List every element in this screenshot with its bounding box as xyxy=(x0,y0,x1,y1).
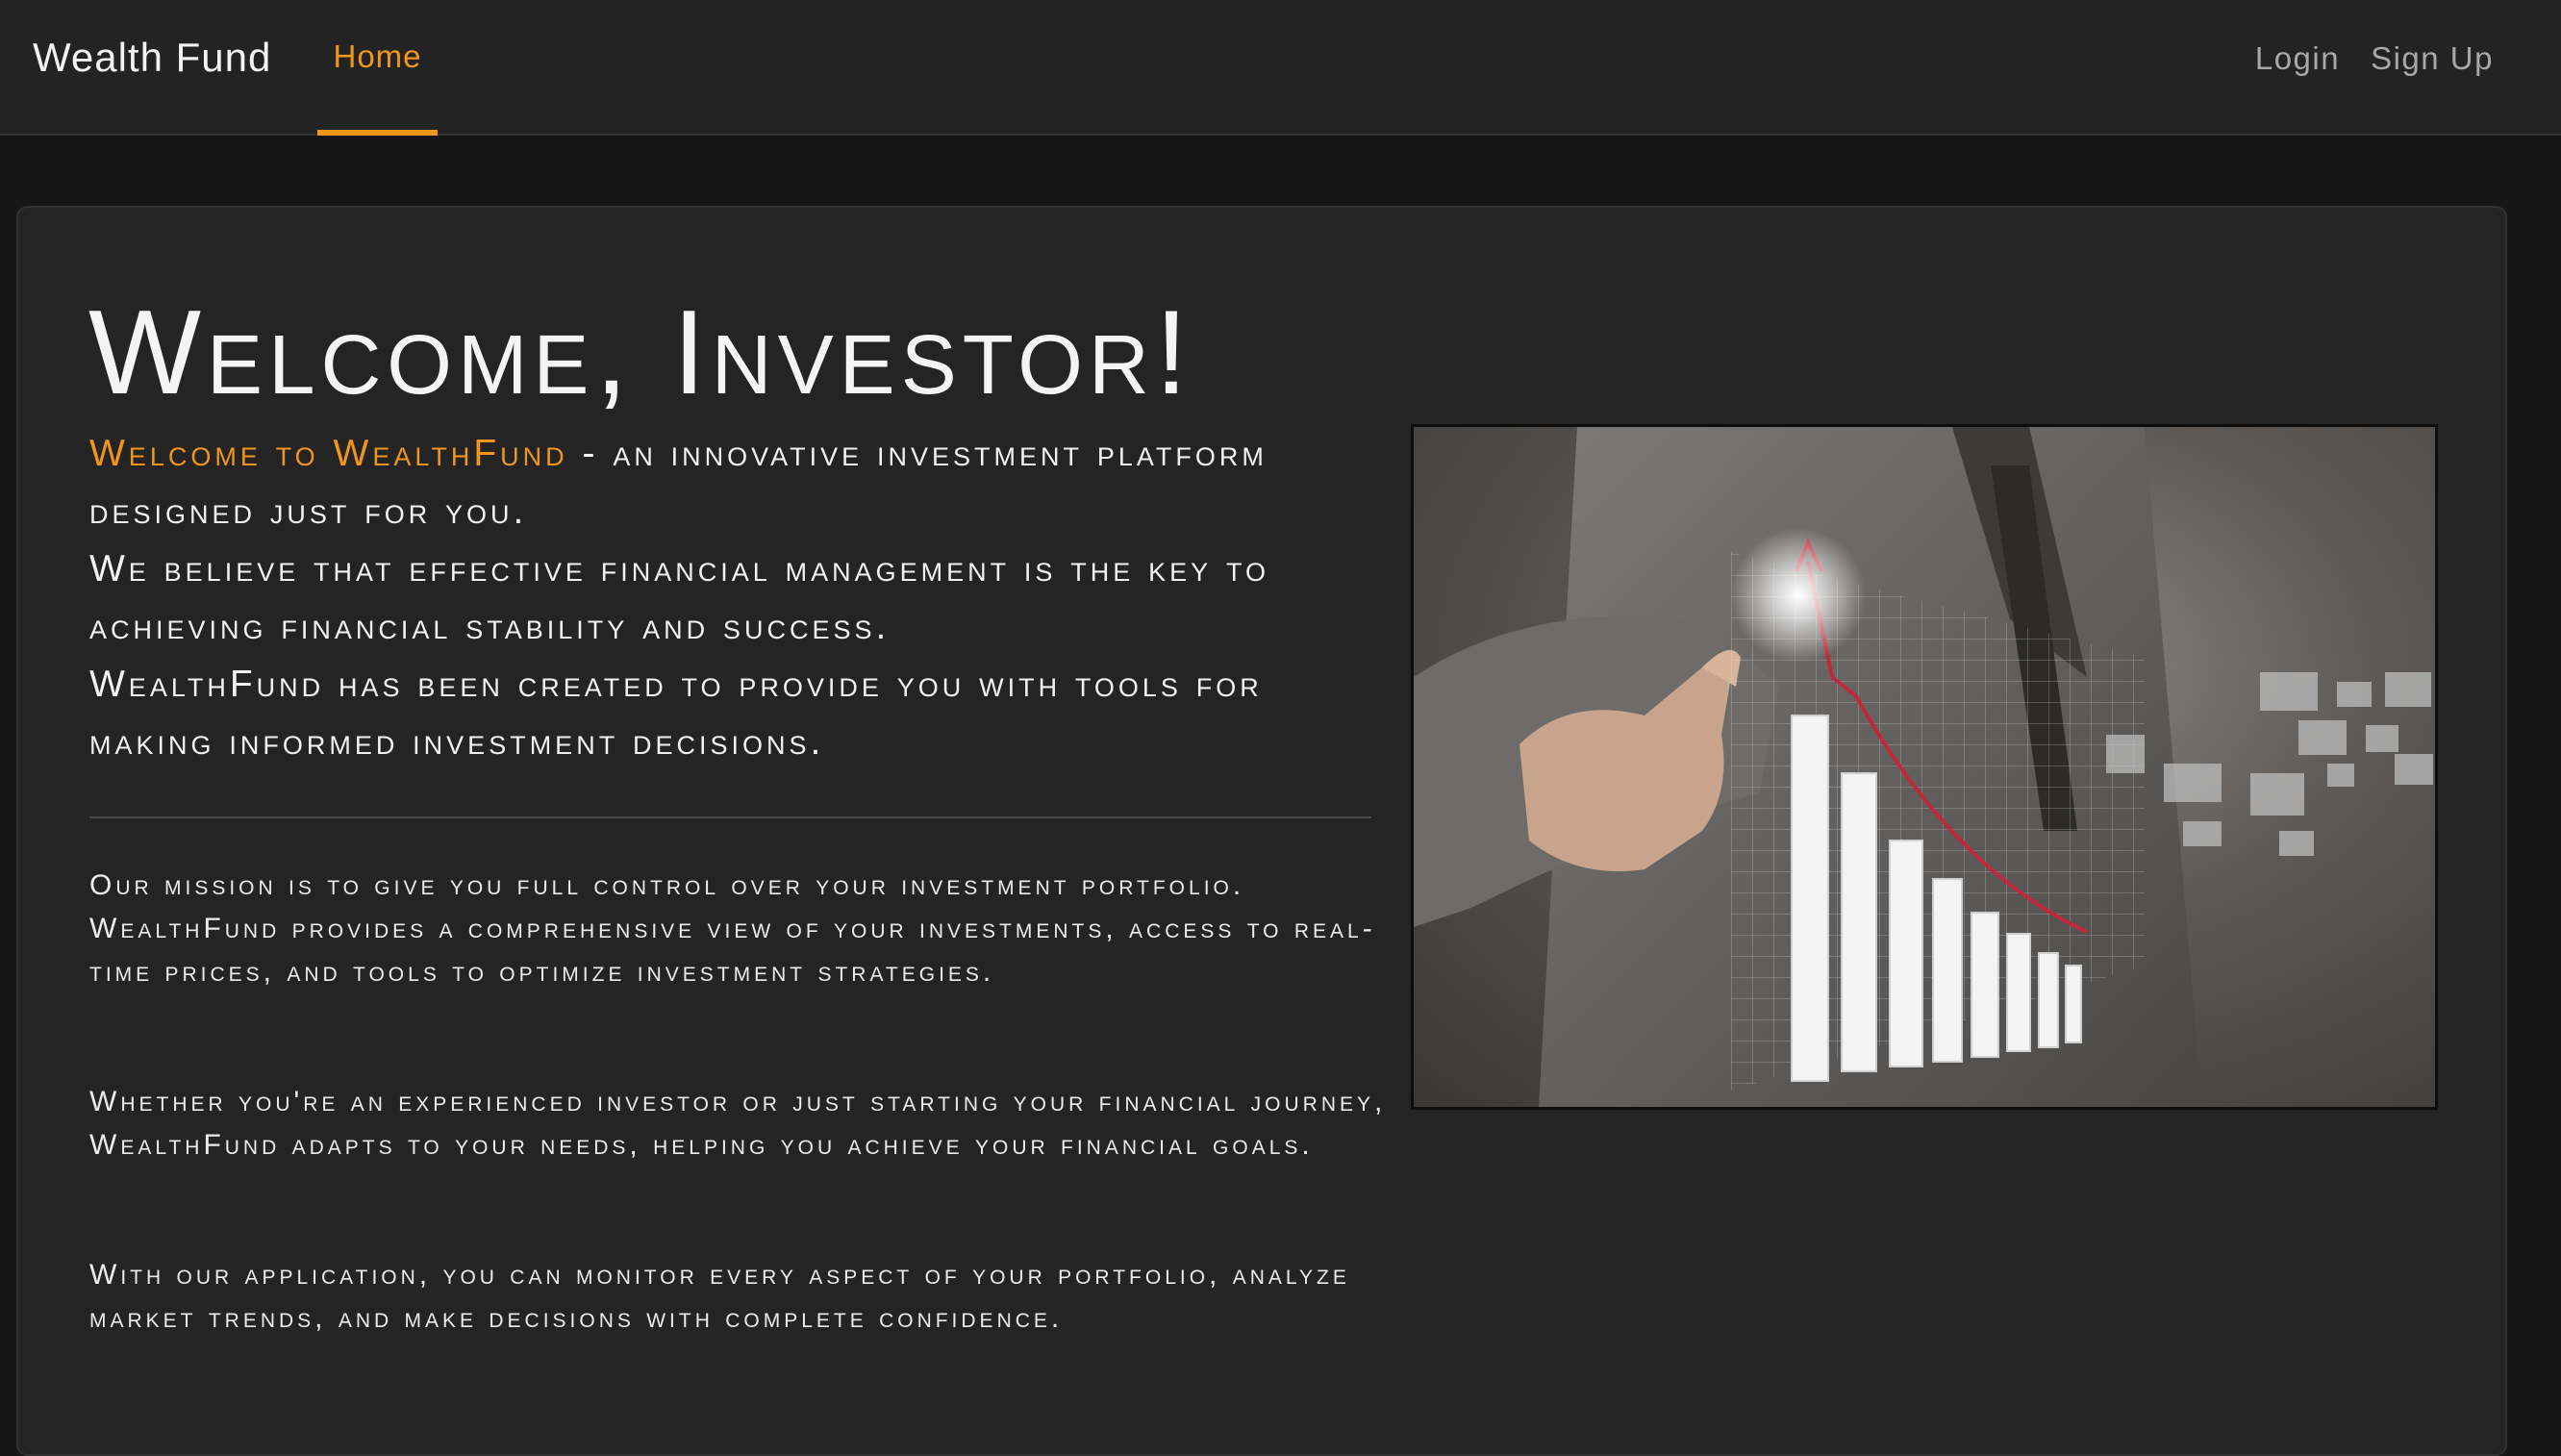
active-tab-indicator xyxy=(317,130,438,136)
intro-text: Welcome to WealthFund - an innovative in… xyxy=(89,425,1397,771)
signup-link[interactable]: Sign Up xyxy=(2371,40,2494,76)
mission-paragraph: Our mission is to give you full control … xyxy=(89,869,1376,988)
hero-image xyxy=(1411,424,2438,1110)
top-navbar: Wealth Fund Home Login Sign Up xyxy=(0,0,2561,136)
adapt-paragraph: Whether you're an experienced investor o… xyxy=(89,1086,1387,1161)
businessman-chart-illustration xyxy=(1414,427,2433,1107)
nav-home-label: Home xyxy=(333,38,422,74)
intro-highlight: Welcome to WealthFund xyxy=(89,433,568,474)
brand-logo[interactable]: Wealth Fund xyxy=(33,35,271,81)
intro-line-2: We believe that effective financial mana… xyxy=(89,548,1269,647)
auth-links: Login Sign Up xyxy=(2224,40,2494,77)
login-link[interactable]: Login xyxy=(2255,40,2340,76)
intro-line-3: WealthFund has been created to provide y… xyxy=(89,664,1263,763)
monitor-paragraph: With our application, you can monitor ev… xyxy=(89,1259,1350,1334)
nav-home-tab[interactable]: Home xyxy=(317,0,438,136)
page-title: Welcome, Investor! xyxy=(88,287,1194,419)
section-divider xyxy=(89,816,1371,818)
